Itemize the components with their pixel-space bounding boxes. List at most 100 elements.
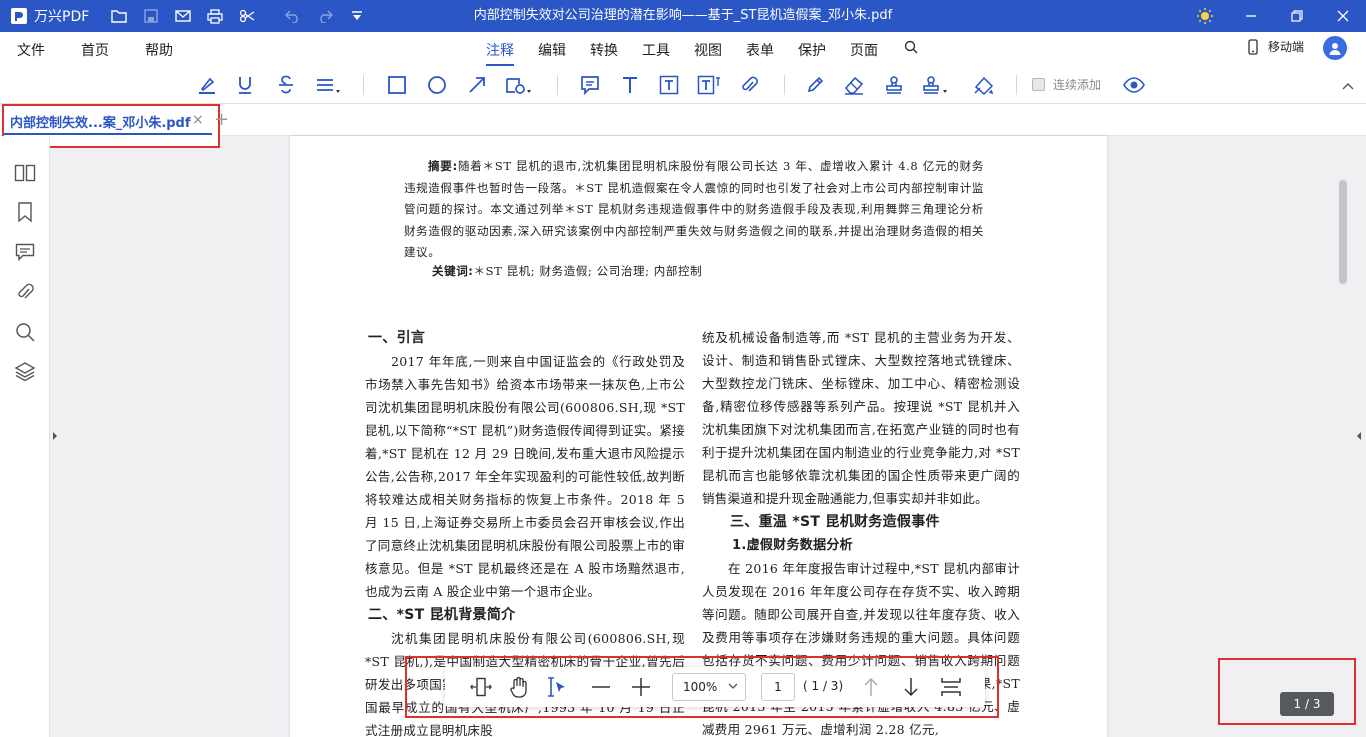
menu-form[interactable]: 表单 [746,40,774,60]
rectangle-icon[interactable] [383,71,411,99]
abstract: 摘要:随着＊ST 昆机的退市,沈机集团昆明机床股份有限公司长达 3 年、虚增收入… [404,156,984,264]
checkbox-box [1032,78,1045,91]
close-window-icon[interactable] [1320,0,1366,32]
title-bar: 万兴PDF 内部控制失效对公司治理的潜在影响——基于_ST昆机造假案_邓小朱.p… [0,0,1366,32]
eye-icon[interactable] [1120,71,1148,99]
maximize-icon[interactable] [1274,0,1320,32]
page-down-icon[interactable] [897,673,925,701]
menu-help[interactable]: 帮助 [145,40,173,60]
app-name: 万兴PDF [34,9,90,25]
menu-annotate[interactable]: 注释 [486,40,514,66]
page-up-icon[interactable] [857,673,885,701]
measure-icon[interactable] [970,71,998,99]
mobile-button[interactable]: 移动端 [1248,38,1304,55]
annotation-toolbar: 连续添加 [0,66,1366,104]
page-number-input[interactable]: 1 [761,673,795,701]
new-tab-icon[interactable]: + [214,109,229,130]
select-text-icon[interactable] [543,673,571,701]
mail-icon[interactable] [167,0,199,32]
circle-icon[interactable] [423,71,451,99]
text-icon[interactable] [616,71,644,99]
keywords-label: 关键词: [432,264,474,278]
subsection-heading: 1.虚假财务数据分析 [732,538,853,553]
undo-icon[interactable] [277,0,309,32]
note-icon[interactable] [576,71,604,99]
text-callout-icon[interactable] [695,71,723,99]
textbox-icon[interactable] [655,71,683,99]
expand-right-panel-icon[interactable] [1355,431,1363,441]
continuous-add-checkbox[interactable]: 连续添加 [1032,76,1101,93]
fit-width-icon[interactable] [467,673,495,701]
quick-access-dropdown-icon[interactable] [341,0,373,32]
tab-active-indicator [4,133,212,135]
line-style-icon[interactable] [314,71,342,99]
bookmark-icon[interactable] [12,199,38,225]
tab-close-icon[interactable]: × [192,112,204,128]
mobile-label: 移动端 [1268,40,1305,54]
attachment-icon[interactable] [12,279,38,305]
menu-protect[interactable]: 保护 [798,40,826,60]
page-indicator: 1 / 3 [1280,692,1334,716]
section-heading: 二、*ST 昆机背景简介 [368,607,516,623]
avatar[interactable] [1323,36,1347,60]
left-sidebar [0,136,50,737]
signature-icon[interactable] [922,71,950,99]
eraser-icon[interactable] [840,71,868,99]
menu-page[interactable]: 页面 [850,40,878,60]
zoom-out-icon[interactable] [587,673,615,701]
expand-left-panel-icon[interactable] [51,431,59,441]
scissors-icon[interactable] [231,0,263,32]
thumbnails-icon[interactable] [12,160,38,186]
save-icon[interactable] [135,0,167,32]
zoom-in-icon[interactable] [627,673,655,701]
menu-view[interactable]: 视图 [694,40,722,60]
open-folder-icon[interactable] [103,0,135,32]
section-heading: 一、引言 [368,330,426,346]
menu-home[interactable]: 首页 [81,40,109,60]
menu-bar: 文件 首页 帮助 注释 编辑 转换 工具 视图 表单 保护 页面 移动端 [0,32,1366,66]
comment-icon[interactable] [12,239,38,265]
page-total: ( 1 / 3) [803,679,844,693]
fit-page-icon[interactable] [937,673,965,701]
chevron-down-icon [728,674,738,700]
bottom-toolbar-highlight: 100% 1 ( 1 / 3) [405,656,999,718]
minimize-icon[interactable] [1228,0,1274,32]
theme-toggle-icon[interactable] [1182,0,1228,32]
abstract-text: 随着＊ST 昆机的退市,沈机集团昆明机床股份有限公司长达 3 年、虚增收入累计 … [404,159,984,259]
strikethrough-icon[interactable] [272,71,300,99]
vertical-scrollbar[interactable] [1339,180,1347,284]
page-indicator-highlight: 1 / 3 [1218,658,1356,725]
search-icon[interactable] [12,319,38,345]
collapse-ribbon-icon[interactable] [1340,78,1356,94]
layers-icon[interactable] [12,358,38,384]
menu-convert[interactable]: 转换 [590,40,618,60]
pencil-icon[interactable] [801,71,829,99]
section-heading: 三、重温 *ST 昆机财务造假事件 [730,514,940,530]
shape-icon[interactable] [505,71,533,99]
zoom-value: 100% [683,680,718,694]
pdf-page: 摘要:随着＊ST 昆机的退市,沈机集团昆明机床股份有限公司长达 3 年、虚增收入… [290,136,1107,737]
print-icon[interactable] [199,0,231,32]
hand-icon[interactable] [505,673,533,701]
highlight-icon[interactable] [193,71,221,99]
attachment-icon[interactable] [735,71,763,99]
tab-bar: 内部控制失效...案_邓小朱.pdf × + [0,104,1366,148]
abstract-label: 摘要: [428,159,458,173]
arrow-icon[interactable] [463,71,491,99]
keywords-text: ＊ST 昆机; 财务造假; 公司治理; 内部控制 [473,264,703,278]
menu-tools[interactable]: 工具 [642,40,670,60]
keywords: 关键词:＊ST 昆机; 财务造假; 公司治理; 内部控制 [432,263,702,279]
stamp-icon[interactable] [880,71,908,99]
bottom-toolbar: 100% 1 ( 1 / 3) [445,667,985,707]
tab-label: 内部控制失效...案_邓小朱.pdf [10,116,191,131]
menu-edit[interactable]: 编辑 [538,40,566,60]
underline-icon[interactable] [231,71,259,99]
paragraph: 统及机械设备制造等,而 *ST 昆机的主营业务为开发、设计、制造和销售卧式镗床、… [702,330,1020,506]
paragraph: 2017 年年底,一则来自中国证监会的《行政处罚及市场禁入事先告知书》给资本市场… [365,354,686,599]
zoom-select[interactable]: 100% [672,673,746,701]
redo-icon[interactable] [309,0,341,32]
phone-icon [1248,38,1258,55]
menu-search-icon[interactable] [904,40,918,58]
menu-file[interactable]: 文件 [17,40,45,60]
app-logo-icon [8,5,30,27]
